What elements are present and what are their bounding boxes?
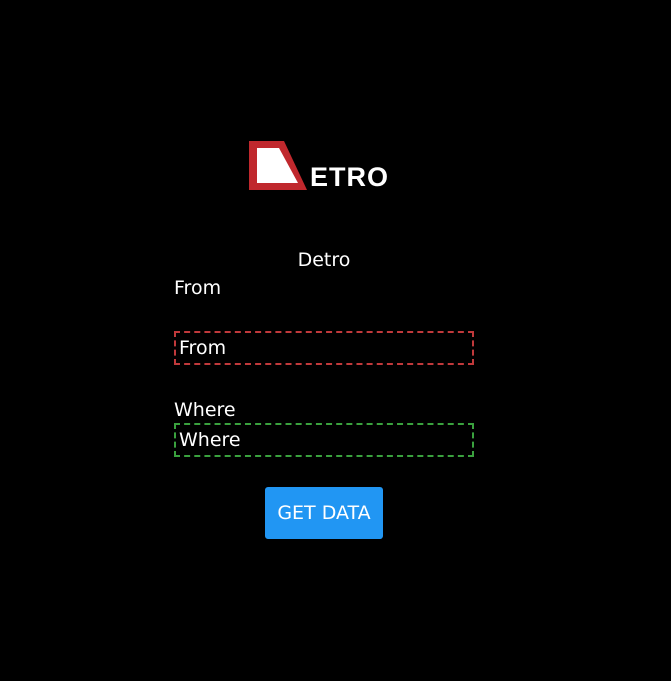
where-label: Where [174, 399, 236, 421]
logo-mark-icon [249, 141, 307, 190]
from-input[interactable] [174, 331, 474, 365]
where-input[interactable] [174, 423, 474, 457]
detro-logo: ETRO [248, 140, 398, 192]
get-data-button[interactable]: GET DATA [265, 487, 383, 539]
app-title: Detro [297, 249, 351, 271]
from-label: From [174, 277, 222, 299]
page: ETRO Detro From Where GET DATA [0, 0, 671, 681]
logo-wordmark: ETRO [310, 162, 390, 192]
